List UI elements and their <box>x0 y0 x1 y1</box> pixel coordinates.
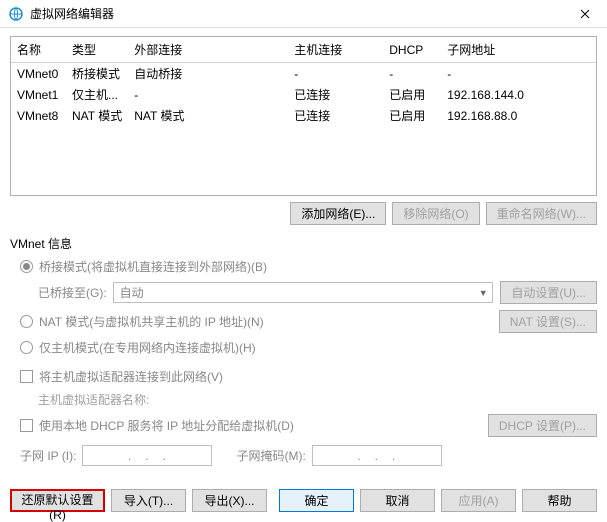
remove-network-button[interactable]: 移除网络(O) <box>392 202 479 225</box>
hostonly-radio[interactable] <box>20 341 33 354</box>
auto-settings-button[interactable]: 自动设置(U)... <box>500 281 597 304</box>
bridge-radio[interactable] <box>20 260 33 273</box>
table-row[interactable]: VMnet0桥接模式自动桥接--- <box>11 63 596 85</box>
host-adapter-label: 将主机虚拟适配器连接到此网络(V) <box>39 368 223 385</box>
cell: VMnet8 <box>11 105 66 126</box>
cell: - <box>383 63 441 85</box>
table-row[interactable]: VMnet1仅主机...-已连接已启用192.168.144.0 <box>11 84 596 105</box>
use-dhcp-checkbox[interactable] <box>20 419 33 432</box>
cell: - <box>441 63 596 85</box>
cell: 已连接 <box>288 84 383 105</box>
window-title: 虚拟网络编辑器 <box>30 5 571 22</box>
column-header[interactable]: 类型 <box>66 37 128 63</box>
cell: VMnet0 <box>11 63 66 85</box>
apply-button[interactable]: 应用(A) <box>441 489 516 512</box>
bridge-to-value: 自动 <box>120 284 144 301</box>
nat-settings-button[interactable]: NAT 设置(S)... <box>499 310 597 333</box>
column-header[interactable]: 子网地址 <box>441 37 596 63</box>
cell: - <box>128 84 288 105</box>
subnet-mask-input[interactable]: . . . <box>312 445 442 466</box>
host-adapter-name-label: 主机虚拟适配器名称: <box>38 391 597 408</box>
ok-button[interactable]: 确定 <box>279 489 354 512</box>
cell: NAT 模式 <box>66 105 128 126</box>
subnet-ip-input[interactable]: . . . <box>82 445 212 466</box>
cell: NAT 模式 <box>128 105 288 126</box>
cell: 桥接模式 <box>66 63 128 85</box>
cell: 192.168.144.0 <box>441 84 596 105</box>
use-dhcp-label: 使用本地 DHCP 服务将 IP 地址分配给虚拟机(D) <box>39 417 294 434</box>
cell: - <box>288 63 383 85</box>
nat-label: NAT 模式(与虚拟机共享主机的 IP 地址)(N) <box>39 313 264 330</box>
cell: 仅主机... <box>66 84 128 105</box>
cancel-button[interactable]: 取消 <box>360 489 435 512</box>
cell: 192.168.88.0 <box>441 105 596 126</box>
import-button[interactable]: 导入(T)... <box>111 489 186 512</box>
cell: 自动桥接 <box>128 63 288 85</box>
subnet-ip-label: 子网 IP (I): <box>20 447 76 464</box>
close-button[interactable] <box>571 0 599 28</box>
network-table[interactable]: 名称类型外部连接主机连接DHCP子网地址 VMnet0桥接模式自动桥接---VM… <box>10 36 597 196</box>
chevron-down-icon: ▼ <box>479 288 488 298</box>
vmnet-info-label: VMnet 信息 <box>10 235 597 252</box>
export-button[interactable]: 导出(X)... <box>192 489 267 512</box>
bridge-to-label: 已桥接至(G): <box>38 284 107 301</box>
app-icon <box>8 6 24 22</box>
table-row[interactable]: VMnet8NAT 模式NAT 模式已连接已启用192.168.88.0 <box>11 105 596 126</box>
cell: 已启用 <box>383 105 441 126</box>
bridge-label: 桥接模式(将虚拟机直接连接到外部网络)(B) <box>39 258 267 275</box>
column-header[interactable]: DHCP <box>383 37 441 63</box>
cell: 已启用 <box>383 84 441 105</box>
bridge-to-select[interactable]: 自动 ▼ <box>113 282 493 303</box>
add-network-button[interactable]: 添加网络(E)... <box>290 202 386 225</box>
cell: 已连接 <box>288 105 383 126</box>
rename-network-button[interactable]: 重命名网络(W)... <box>486 202 597 225</box>
nat-radio[interactable] <box>20 315 33 328</box>
help-button[interactable]: 帮助 <box>522 489 597 512</box>
restore-defaults-button[interactable]: 还原默认设置(R) <box>10 489 105 512</box>
dhcp-settings-button[interactable]: DHCP 设置(P)... <box>488 414 597 437</box>
column-header[interactable]: 名称 <box>11 37 66 63</box>
hostonly-label: 仅主机模式(在专用网络内连接虚拟机)(H) <box>39 339 256 356</box>
column-header[interactable]: 外部连接 <box>128 37 288 63</box>
subnet-mask-label: 子网掩码(M): <box>236 447 305 464</box>
cell: VMnet1 <box>11 84 66 105</box>
column-header[interactable]: 主机连接 <box>288 37 383 63</box>
host-adapter-checkbox[interactable] <box>20 370 33 383</box>
